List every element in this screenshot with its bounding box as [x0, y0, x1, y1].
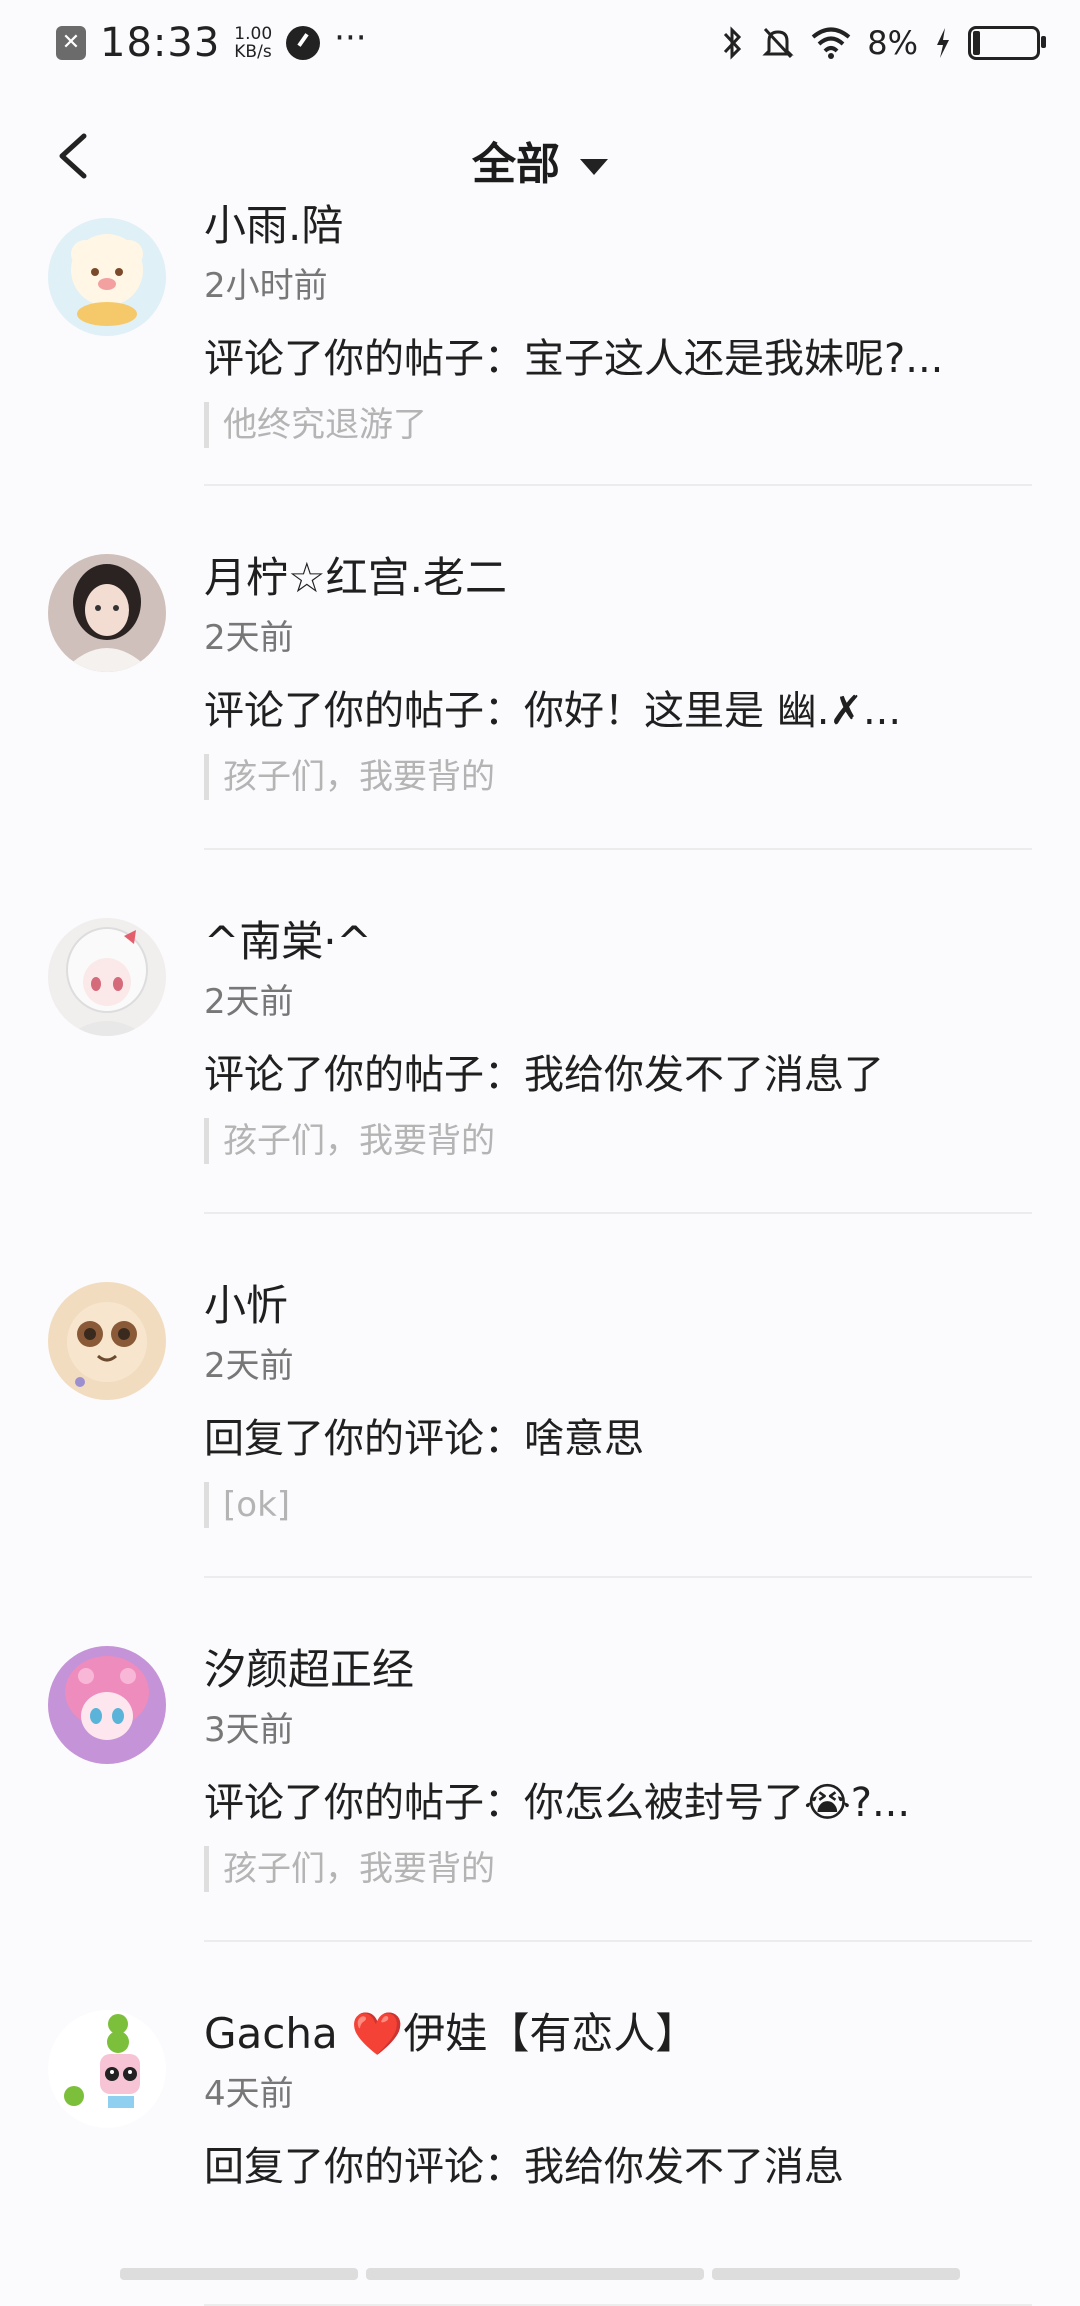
- avatar[interactable]: [48, 218, 166, 336]
- timestamp: 3天前: [204, 1710, 294, 1750]
- status-time: 18:33: [100, 20, 221, 66]
- list-item[interactable]: ^南棠·^ 2天前 评论了你的帖子：我给你发不了消息了 孩子们，我要背的: [0, 850, 1080, 1214]
- more-notifications-icon: ···: [334, 18, 367, 58]
- quoted-text: 孩子们，我要背的: [204, 1846, 495, 1892]
- filter-dropdown[interactable]: 全部: [0, 128, 1080, 192]
- avatar[interactable]: [48, 1282, 166, 1400]
- notification-text[interactable]: 评论了你的帖子：我给你发不了消息了: [204, 1042, 884, 1100]
- silent-bell-icon: [762, 27, 794, 59]
- charging-icon: [937, 28, 949, 58]
- quoted-text: [ok]: [204, 1482, 290, 1528]
- status-bar: ✕ 18:33 1.00 KB/s ··· 8%: [0, 0, 1080, 86]
- caret-down-icon: [580, 159, 608, 175]
- avatar[interactable]: [48, 554, 166, 672]
- timestamp: 2天前: [204, 618, 294, 658]
- notification-text[interactable]: 评论了你的帖子：宝子这人还是我妹呢?...: [204, 326, 943, 384]
- quoted-text: 孩子们，我要背的: [204, 1118, 495, 1164]
- avatar[interactable]: [48, 918, 166, 1036]
- notification-text[interactable]: 评论了你的帖子：你好！这里是 幽.✗...: [204, 678, 901, 736]
- user-name[interactable]: 汐颜超正经: [204, 1636, 414, 1697]
- notification-text[interactable]: 回复了你的评论：啥意思: [204, 1406, 644, 1464]
- timestamp: 2小时前: [204, 266, 328, 306]
- bottom-tab-bar-edge: [120, 2268, 960, 2280]
- notification-close-icon: ✕: [56, 26, 86, 60]
- user-name[interactable]: ^南棠·^: [204, 908, 372, 969]
- top-bar: 全部: [0, 110, 1080, 200]
- timestamp: 2天前: [204, 1346, 294, 1386]
- list-item[interactable]: Gacha ❤️伊娃【有恋人】 4天前 回复了你的评论：我给你发不了消息: [0, 1942, 1080, 2306]
- timestamp: 4天前: [204, 2074, 294, 2114]
- user-name[interactable]: Gacha ❤️伊娃【有恋人】: [204, 2000, 697, 2061]
- user-name[interactable]: 小雨.陪: [204, 192, 343, 253]
- notification-text[interactable]: 评论了你的帖子：你怎么被封号了😭?...: [204, 1770, 910, 1828]
- battery-percent: 8%: [867, 24, 918, 62]
- avatar[interactable]: [48, 1646, 166, 1764]
- page-title: 全部: [472, 139, 560, 190]
- battery-icon: [968, 26, 1046, 60]
- bluetooth-icon: [724, 26, 742, 60]
- list-item[interactable]: 小忻 2天前 回复了你的评论：啥意思 [ok]: [0, 1214, 1080, 1578]
- wifi-icon: [811, 27, 851, 59]
- user-name[interactable]: 小忻: [204, 1272, 288, 1333]
- notification-text[interactable]: 回复了你的评论：我给你发不了消息: [204, 2134, 844, 2192]
- list-item[interactable]: 汐颜超正经 3天前 评论了你的帖子：你怎么被封号了😭?... 孩子们，我要背的: [0, 1578, 1080, 1942]
- list-item[interactable]: 月柠☆红宫.老二 2天前 评论了你的帖子：你好！这里是 幽.✗... 孩子们，我…: [0, 486, 1080, 850]
- list-item[interactable]: 小雨.陪 2小时前 评论了你的帖子：宝子这人还是我妹呢?... 他终究退游了: [0, 201, 1080, 486]
- notification-list: 小雨.陪 2小时前 评论了你的帖子：宝子这人还是我妹呢?... 他终究退游了 月…: [0, 201, 1080, 2306]
- timestamp: 2天前: [204, 982, 294, 1022]
- avatar[interactable]: [48, 2010, 166, 2128]
- quoted-text: 他终究退游了: [204, 402, 427, 448]
- quoted-text: 孩子们，我要背的: [204, 754, 495, 800]
- network-speed: 1.00 KB/s: [234, 24, 273, 62]
- compass-icon: [286, 26, 321, 60]
- user-name[interactable]: 月柠☆红宫.老二: [204, 544, 507, 605]
